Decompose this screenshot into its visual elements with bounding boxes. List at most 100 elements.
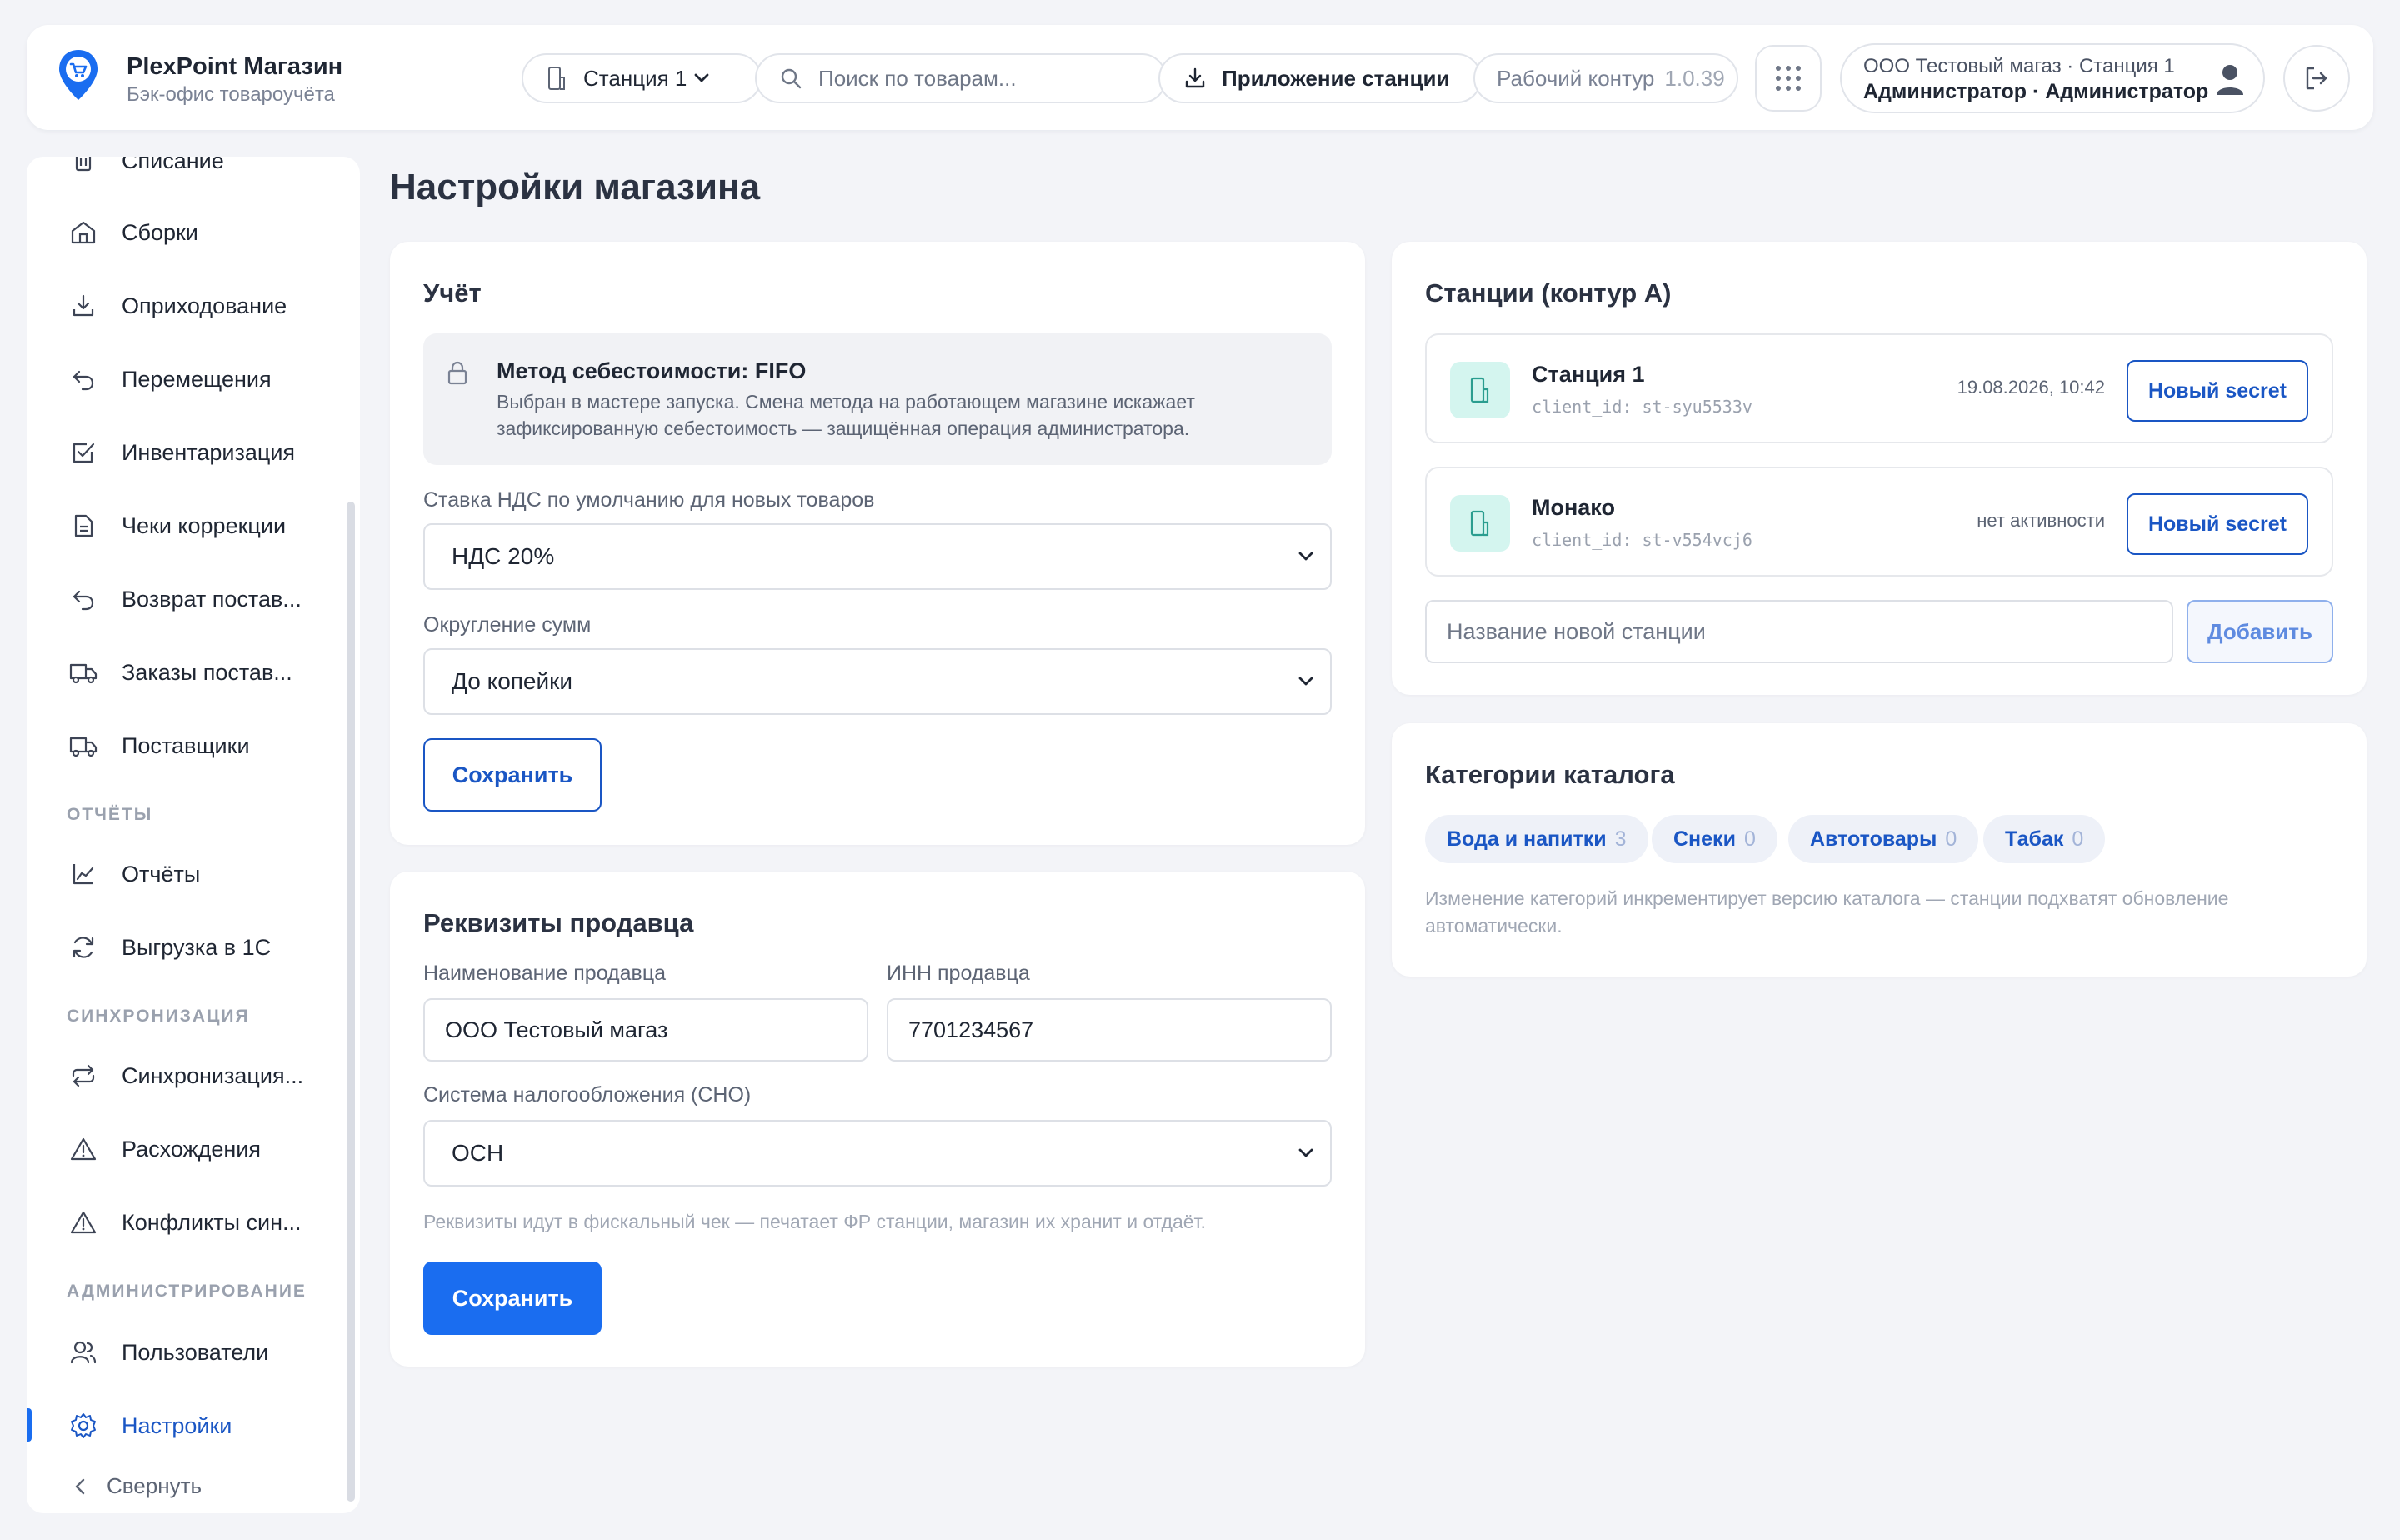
user-role: Администратор · Администратор: [1863, 80, 2209, 103]
seller-note: Реквизиты идут в фискальный чек — печата…: [423, 1211, 1206, 1232]
sidebar-scrollbar[interactable]: [347, 502, 355, 1502]
download-icon: [72, 294, 94, 317]
sidebar-item-supplier-returns[interactable]: Возврат постав...: [68, 578, 302, 620]
undo-icon: [72, 590, 94, 611]
brand-title: PlexPoint Магазин: [127, 53, 343, 80]
seller-save-button[interactable]: Сохранить: [423, 1262, 602, 1335]
sidebar-item-supplier-orders[interactable]: Заказы постав...: [68, 652, 292, 693]
tax-system-value: ОСН: [452, 1140, 504, 1166]
gear-icon: [71, 1413, 96, 1438]
sidebar-item-transfers[interactable]: Перемещения: [68, 358, 272, 400]
environment-badge: Рабочий контур 1.0.39: [1473, 53, 1738, 103]
category-name: Вода и напитки: [1447, 827, 1607, 851]
sidebar-collapse-button[interactable]: Свернуть: [73, 1473, 202, 1499]
vat-select[interactable]: НДС 20%: [423, 523, 1332, 590]
sidebar-item-correction-receipts[interactable]: Чеки коррекции: [68, 505, 286, 547]
document-icon: [74, 514, 93, 538]
users-icon: [70, 1341, 97, 1364]
download-icon: [1185, 68, 1205, 88]
categories-title: Категории каталога: [1425, 760, 1675, 789]
sidebar-item-discrepancies[interactable]: Расхождения: [68, 1128, 261, 1170]
new-station-name-input[interactable]: Название новой станции: [1425, 600, 2173, 663]
truck-icon: [69, 663, 98, 684]
tax-system-label: Система налогообложения (СНО): [423, 1083, 752, 1107]
accounting-save-button[interactable]: Сохранить: [423, 738, 602, 812]
vat-select-value: НДС 20%: [452, 543, 555, 569]
sidebar-item-users[interactable]: Пользователи: [68, 1332, 268, 1373]
seller-inn-input[interactable]: 7701234567: [887, 998, 1332, 1062]
categories-note: Изменение категорий инкрементирует верси…: [1425, 888, 2229, 937]
station-selector-label: Станция 1: [583, 65, 688, 91]
station-last-activity: нет активности: [1977, 510, 2105, 531]
undo-icon: [72, 370, 94, 391]
sync-icon: [72, 1064, 95, 1088]
sidebar-item-sync[interactable]: Синхронизация...: [68, 1055, 303, 1097]
chevron-down-icon: [1298, 552, 1313, 561]
checkbox-icon: [72, 442, 95, 463]
chart-line-icon: [72, 864, 94, 885]
sidebar-item-export-1c[interactable]: Выгрузка в 1С: [68, 927, 271, 968]
stations-title: Станции (контур A): [1425, 278, 1672, 308]
user-menu[interactable]: ООО Тестовый магаз · Станция 1 Администр…: [1840, 43, 2265, 113]
category-chip[interactable]: Табак 0: [1983, 815, 2106, 863]
sidebar-item-settings[interactable]: Настройки: [68, 1405, 232, 1447]
category-name: Автотовары: [1810, 827, 1938, 851]
search-input[interactable]: Поиск по товарам...: [755, 53, 1167, 103]
sidebar-item-inventory[interactable]: Инвентаризация: [68, 432, 295, 473]
new-secret-button[interactable]: Новый secret: [2127, 360, 2308, 422]
apps-grid-icon: [1776, 66, 1801, 91]
search-icon: [781, 68, 802, 89]
station-terminal-icon: [1470, 377, 1489, 403]
station-terminal-icon: [1470, 510, 1489, 537]
chevron-down-icon: [694, 73, 709, 82]
category-chip[interactable]: Вода и напитки 3: [1425, 815, 1648, 863]
vat-label: Ставка НДС по умолчанию для новых товаро…: [423, 488, 875, 512]
seller-card: Реквизиты продавца Наименование продавца…: [390, 872, 1365, 1367]
sidebar-item-receiving[interactable]: Оприходование: [68, 285, 287, 327]
sidebar-section-reports: ОТЧЁТЫ: [67, 805, 153, 824]
refresh-icon: [72, 937, 94, 958]
station-name: Станция 1: [1532, 362, 1645, 387]
sidebar-item-assemblies[interactable]: Сборки: [68, 212, 198, 253]
sidebar-item-reports[interactable]: Отчёты: [68, 853, 200, 895]
warning-icon: [70, 1211, 97, 1234]
categories-card: Категории каталога Вода и напитки 3 Снек…: [1392, 723, 2367, 977]
top-bar: PlexPoint Магазин Бэк-офис товароучёта С…: [27, 25, 2373, 130]
category-count: 3: [1614, 827, 1627, 851]
cost-method-info: Метод себестоимости: FIFO Выбран в масте…: [423, 333, 1332, 465]
station-row: Монако client_id: st-v554vcj6 нет активн…: [1425, 467, 2333, 577]
stations-card: Станции (контур A) Станция 1 client_id: …: [1392, 242, 2367, 695]
station-selector[interactable]: Станция 1: [522, 53, 762, 103]
page-title: Настройки магазина: [390, 167, 761, 208]
accounting-title: Учёт: [423, 278, 482, 308]
add-station-button[interactable]: Добавить: [2187, 600, 2333, 663]
rounding-select[interactable]: До копейки: [423, 648, 1332, 715]
accounting-card: Учёт Метод себестоимости: FIFO Выбран в …: [390, 242, 1365, 845]
home-icon: [71, 221, 96, 244]
category-count: 0: [2072, 827, 2084, 851]
cost-method-description: Выбран в мастере запуска. Смена метода н…: [497, 391, 1195, 439]
sidebar-item-writeoff[interactable]: Списание: [68, 157, 224, 182]
rounding-select-value: До копейки: [452, 668, 573, 694]
brand-subtitle: Бэк-офис товароучёта: [127, 83, 335, 106]
station-app-label: Приложение станции: [1222, 65, 1450, 91]
sidebar-section-admin: АДМИНИСТРИРОВАНИЕ: [67, 1282, 307, 1301]
sidebar-active-indicator: [27, 1408, 32, 1442]
sidebar-item-sync-conflicts[interactable]: Конфликты син...: [68, 1202, 302, 1243]
seller-name-label: Наименование продавца: [423, 962, 667, 985]
category-name: Снеки: [1673, 827, 1736, 851]
station-app-button[interactable]: Приложение станции: [1158, 53, 1482, 103]
category-chip[interactable]: Снеки 0: [1652, 815, 1778, 863]
avatar-icon: [2217, 65, 2243, 95]
sidebar-item-suppliers[interactable]: Поставщики: [68, 725, 250, 767]
logout-button[interactable]: [2283, 45, 2350, 112]
apps-grid-button[interactable]: [1755, 45, 1822, 112]
seller-name-input[interactable]: ООО Тестовый магаз: [423, 998, 868, 1062]
cost-method-title: Метод себестоимости: FIFO: [497, 358, 807, 383]
environment-label: Рабочий контур: [1497, 65, 1655, 91]
sidebar-collapse-label: Свернуть: [107, 1473, 202, 1498]
trash-icon: [75, 157, 92, 172]
new-secret-button[interactable]: Новый secret: [2127, 493, 2308, 555]
tax-system-select[interactable]: ОСН: [423, 1120, 1332, 1187]
category-chip[interactable]: Автотовары 0: [1788, 815, 1979, 863]
